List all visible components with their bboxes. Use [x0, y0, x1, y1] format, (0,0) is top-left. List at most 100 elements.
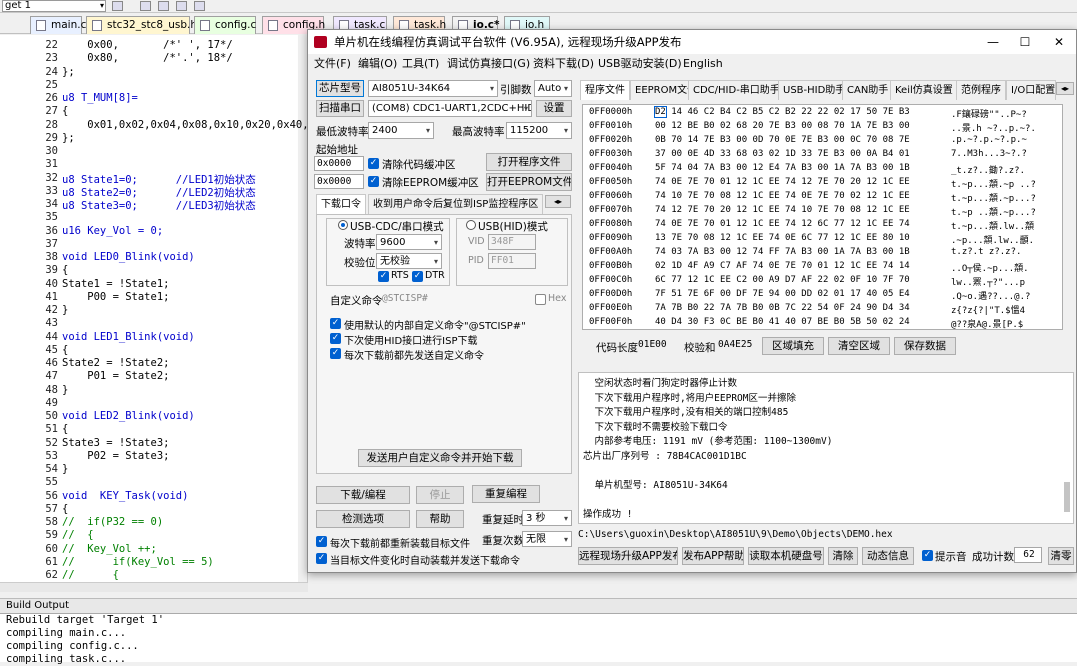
scan-port-button[interactable]: 扫描串口: [316, 100, 364, 117]
download-program-button[interactable]: 下载/编程: [316, 486, 410, 504]
manage-icon[interactable]: [140, 1, 151, 11]
parity-select[interactable]: 无校验 ▾: [376, 253, 442, 269]
tab-examples[interactable]: 范例程序: [956, 80, 1006, 100]
line-number: 55: [45, 476, 58, 489]
log-line: 内部参考电压: 1191 mV (参考范围: 1100~1300mV): [583, 436, 833, 447]
hex-ascii: t.~p...頮.~p ..?: [951, 180, 1036, 190]
code-line: // if(P32 == 0): [62, 516, 164, 528]
custom-command-input[interactable]: @STCISP#: [382, 293, 428, 304]
build-output-line: compiling task.c...: [6, 653, 127, 665]
menu-tools[interactable]: 工具(T): [402, 54, 439, 74]
mode-cdc-radio[interactable]: [338, 220, 348, 230]
tab-stc32-stc8-usb-h[interactable]: stc32_stc8_usb.h: [86, 16, 197, 34]
chevron-down-icon: ▾: [433, 238, 438, 247]
dynamic-info-button[interactable]: 动态信息: [862, 547, 914, 565]
hex-bytes: 7A 7B B0 22 7A 7B B0 0B 7C 22 54 0F 24 9…: [655, 303, 910, 313]
port-select[interactable]: (COM8) CDC1-UART1,2CDC+HID ▾: [368, 100, 532, 117]
menu-file[interactable]: 文件(F): [314, 54, 351, 74]
check-options-button[interactable]: 检测选项: [316, 510, 410, 528]
min-baud-select[interactable]: 2400 ▾: [368, 122, 434, 139]
rts-checkbox[interactable]: ✓: [378, 271, 389, 282]
select-icon[interactable]: [194, 1, 205, 11]
log-line: 单片机型号: AI8051U-34K64: [583, 479, 728, 491]
close-button[interactable]: ✕: [1042, 30, 1076, 54]
send-custom-command-button[interactable]: 发送用户自定义命令并开始下载: [358, 449, 522, 467]
components-icon[interactable]: [176, 1, 187, 11]
code-line: };: [62, 65, 75, 78]
tab-keil-settings[interactable]: Keil仿真设置: [890, 80, 958, 100]
tab-io-config[interactable]: I/O口配置: [1006, 80, 1056, 100]
tab-cdc-serial-helper[interactable]: CDC/HID-串口助手: [688, 80, 785, 100]
stop-button[interactable]: 停止: [416, 486, 464, 504]
use-hid-next-checkbox[interactable]: ✓: [330, 333, 341, 344]
tab-usb-hid-helper[interactable]: USB-HID助手: [778, 80, 851, 100]
repeat-count-select[interactable]: 无限 ▾: [522, 531, 572, 547]
tab-scroll-arrows[interactable]: ◂▸: [545, 195, 571, 208]
rts-label: RTS: [391, 270, 409, 281]
read-disk-id-button[interactable]: 读取本机硬盘号: [748, 547, 824, 565]
menu-download[interactable]: 资料下载(D): [533, 54, 594, 74]
code-line: }: [62, 304, 69, 316]
tab-can-helper[interactable]: CAN助手: [842, 80, 894, 100]
wizard-icon[interactable]: [112, 1, 123, 11]
auto-reload-checkbox[interactable]: ✓: [316, 553, 327, 564]
code-editor[interactable]: 22 23 24 25 26 27 28 29 30 31 32 33 34 35 36 37 38 39 40 41…: [0, 35, 308, 592]
clear-log-button[interactable]: 清除: [828, 547, 858, 565]
baud-select[interactable]: 9600 ▾: [376, 234, 442, 250]
publish-help-button[interactable]: 发布APP帮助: [682, 547, 744, 565]
tab-program-file[interactable]: 程序文件: [580, 80, 630, 100]
reset-count-button[interactable]: 清零: [1048, 547, 1074, 565]
send-command-first-label: 每次下载前都先发送自定义命令: [344, 351, 484, 362]
line-number: 53: [45, 449, 58, 462]
pid-input[interactable]: FF01: [488, 253, 536, 269]
code-start-address-input[interactable]: 0x0000: [314, 156, 364, 171]
target-select[interactable]: get 1 ▾: [2, 0, 106, 12]
log-scrollbar-thumb[interactable]: [1064, 482, 1070, 512]
hex-ascii: @??泉A@.景[P.$: [951, 320, 1024, 330]
help-button[interactable]: 帮助: [416, 510, 464, 528]
target-value: get 1: [5, 0, 31, 11]
eeprom-start-address-input[interactable]: 0x0000: [314, 174, 364, 189]
clear-area-button[interactable]: 清空区域: [828, 337, 890, 355]
repeat-program-button[interactable]: 重复编程: [472, 485, 540, 503]
tab-main-c[interactable]: main.c: [30, 16, 86, 34]
menu-edit[interactable]: 编辑(O): [358, 54, 397, 74]
dtr-checkbox[interactable]: ✓: [412, 271, 423, 282]
max-baud-select[interactable]: 115200 ▾: [506, 122, 572, 139]
editor-horizontal-scrollbar[interactable]: [0, 582, 308, 592]
use-default-command-checkbox[interactable]: ✓: [330, 318, 341, 329]
minimize-button[interactable]: —: [976, 30, 1010, 54]
pack-icon[interactable]: [158, 1, 169, 11]
code-line: }: [62, 463, 69, 475]
menu-usb-driver[interactable]: USB驱动安装(D): [598, 54, 682, 74]
vid-input[interactable]: 348F: [488, 234, 536, 250]
chip-model-select[interactable]: AI8051U-34K64 ▾: [368, 80, 498, 97]
repeat-delay-select[interactable]: 3 秒 ▾: [522, 510, 572, 526]
reload-before-download-checkbox[interactable]: ✓: [316, 536, 327, 547]
send-command-first-checkbox[interactable]: ✓: [330, 348, 341, 359]
settings-button[interactable]: 设置: [536, 100, 572, 117]
publish-app-button[interactable]: 远程现场升级APP发布: [578, 547, 678, 565]
fill-area-button[interactable]: 区域填充: [762, 337, 824, 355]
open-program-file-button[interactable]: 打开程序文件: [486, 153, 572, 171]
pin-count-select[interactable]: Auto ▾: [534, 80, 572, 97]
beep-checkbox[interactable]: ✓: [922, 550, 933, 561]
right-tab-scroll-arrows[interactable]: ◂▸: [1056, 82, 1074, 95]
line-number: 42: [45, 304, 58, 316]
clear-code-checkbox[interactable]: ✓: [368, 158, 379, 169]
tab-reset-to-isp[interactable]: 收到用户命令后复位到ISP监控程序区: [368, 194, 544, 214]
maximize-button[interactable]: ☐: [1008, 30, 1042, 54]
mode-hid-radio[interactable]: [466, 220, 476, 230]
chip-model-button[interactable]: 芯片型号: [316, 80, 364, 97]
hex-view[interactable]: 0FF0000h D2 14 46 C2 B4 C2 B5 C2 B2 22 22…: [582, 104, 1063, 330]
save-data-button[interactable]: 保存数据: [894, 337, 956, 355]
tab-config-c[interactable]: config.c: [194, 16, 256, 34]
tab-download-password[interactable]: 下载口令: [316, 194, 366, 214]
open-eeprom-file-button[interactable]: 打开EEPROM文件: [486, 173, 572, 191]
c-file-icon: [200, 20, 210, 31]
code-line: // Key_Vol ++;: [62, 542, 157, 555]
clear-eeprom-checkbox[interactable]: ✓: [368, 176, 379, 187]
menu-debug-interface[interactable]: 调试仿真接口(G): [447, 54, 530, 74]
hex-checkbox[interactable]: [535, 294, 546, 305]
menu-english[interactable]: English: [683, 54, 723, 74]
